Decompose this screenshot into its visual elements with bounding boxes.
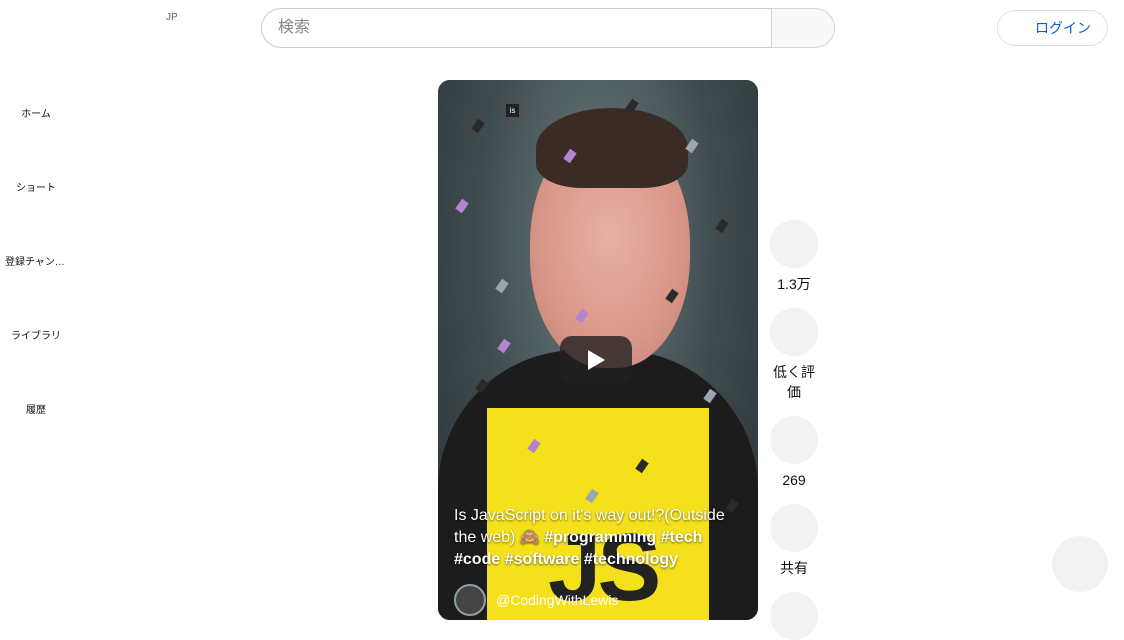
sidebar-item-shorts[interactable]: ショート: [0, 149, 72, 223]
video-caption: Is JavaScript on it's way out!?(Outside …: [454, 505, 750, 571]
dislike-label: 低く評価: [773, 364, 815, 400]
sidebar-item-home[interactable]: ホーム: [0, 75, 72, 149]
comment-action: 269: [766, 416, 822, 490]
search-button[interactable]: [771, 8, 835, 48]
next-video-button[interactable]: [1052, 536, 1108, 592]
channel-row[interactable]: @CodingWithLewis: [454, 584, 618, 616]
channel-avatar[interactable]: [454, 584, 486, 616]
country-code: JP: [166, 12, 178, 23]
search-input[interactable]: [261, 8, 771, 48]
login-button[interactable]: ログイン: [997, 10, 1108, 46]
play-button[interactable]: [560, 336, 632, 384]
like-action: 1.3万: [766, 220, 822, 294]
sidebar-item-label: 登録チャンネル: [5, 256, 67, 268]
comment-button[interactable]: [770, 416, 818, 464]
like-count: 1.3万: [777, 276, 811, 292]
sidebar-item-library[interactable]: ライブラリ: [0, 297, 72, 371]
channel-name[interactable]: @CodingWithLewis: [496, 592, 618, 608]
dislike-button[interactable]: [770, 308, 818, 356]
search-bar: [261, 8, 835, 48]
video-overlay-badge: is: [506, 104, 519, 117]
sidebar-item-label: 履歴: [26, 404, 46, 416]
more-action: [766, 592, 822, 640]
sidebar-item-label: ホーム: [21, 108, 51, 120]
share-button[interactable]: [770, 504, 818, 552]
sidebar-item-label: ショート: [16, 182, 56, 194]
sidebar-item-subscriptions[interactable]: 登録チャンネル: [0, 223, 72, 297]
comment-count: 269: [782, 472, 806, 488]
play-icon: [588, 350, 605, 370]
short-video-player[interactable]: JS is Is JavaScript on it's way out!?(Ou…: [438, 80, 758, 620]
dislike-action: 低く評価: [766, 308, 822, 402]
sidebar-item-label: ライブラリ: [11, 330, 61, 342]
share-label: 共有: [780, 560, 808, 576]
video-figure-hair: [536, 108, 688, 188]
like-button[interactable]: [770, 220, 818, 268]
more-button[interactable]: [770, 592, 818, 640]
share-action: 共有: [766, 504, 822, 578]
sidebar-item-history[interactable]: 履歴: [0, 371, 72, 445]
